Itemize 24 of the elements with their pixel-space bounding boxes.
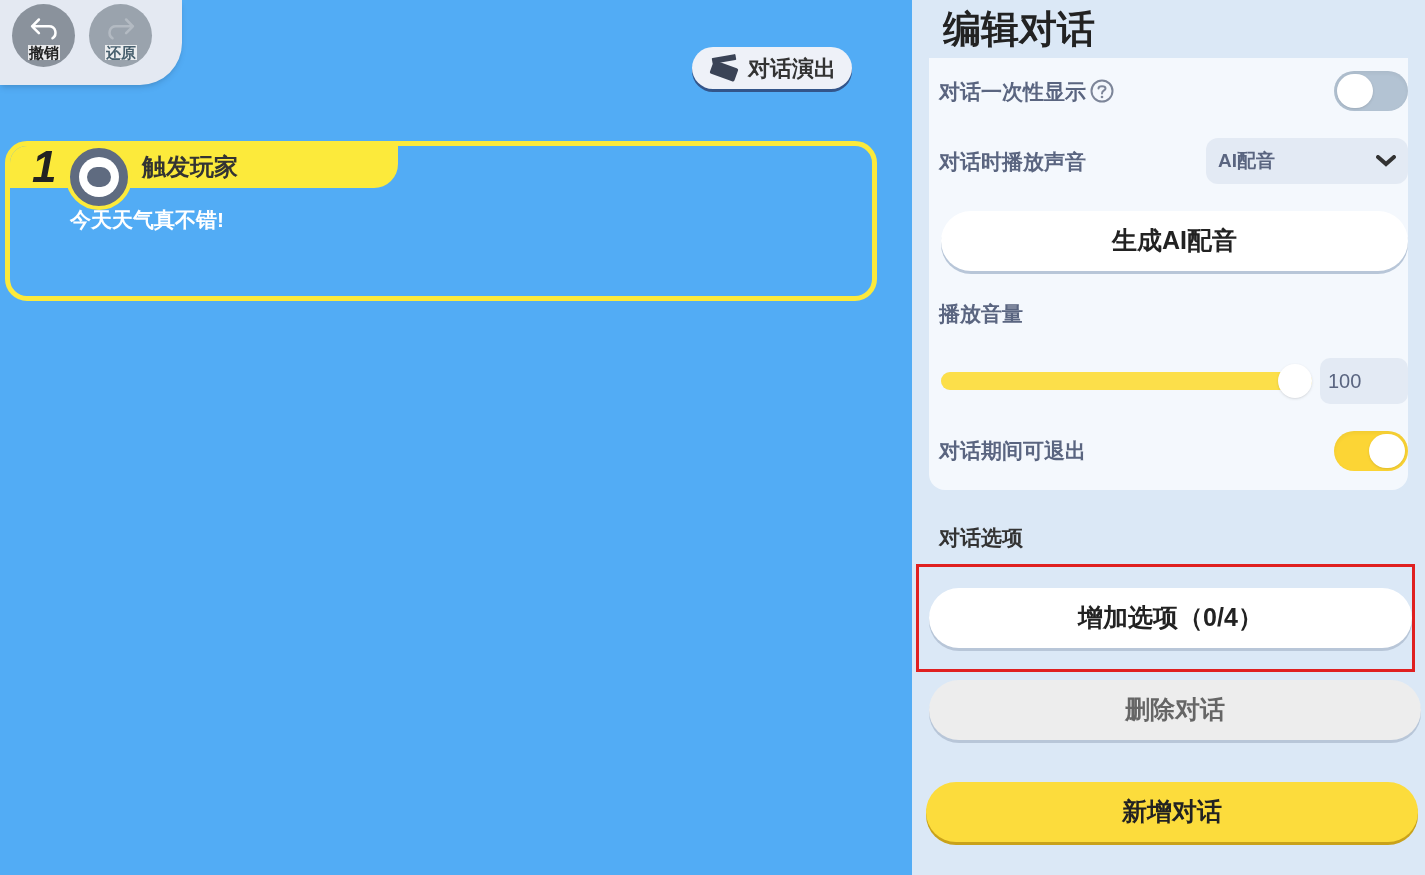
section-title: 对话选项 (939, 525, 1024, 551)
setting-label: 对话一次性显示 (939, 78, 1086, 105)
setting-label: 对话时播放声音 (939, 148, 1086, 175)
volume-slider[interactable] (941, 362, 1312, 399)
help-icon[interactable] (1090, 79, 1114, 104)
setting-label: 对话期间可退出 (939, 437, 1086, 464)
toggle-switch[interactable] (1334, 71, 1408, 112)
dialogue-text: 今天天气真不错! (70, 207, 225, 233)
volume-field[interactable]: 100 (1320, 357, 1408, 404)
panel-title: 编辑对话 (943, 7, 1096, 52)
dialogue-card[interactable]: 1 触发玩家 今天天气真不错! (5, 141, 877, 301)
slider-thumb[interactable] (1278, 363, 1312, 398)
sound-dropdown[interactable]: AI配音 (1206, 138, 1408, 185)
toggle-switch[interactable] (1334, 430, 1408, 471)
undo-button[interactable]: 撤销 (12, 4, 75, 67)
generate-voice-button[interactable]: 生成AI配音 (941, 211, 1408, 272)
setting-label: 播放音量 (939, 301, 1023, 328)
dialogue-number: 1 (32, 146, 57, 193)
add-option-button[interactable]: 增加选项（0/4） (929, 587, 1412, 648)
chevron-down-icon (1376, 155, 1396, 168)
dialogue-performance-button[interactable]: 对话演出 (692, 47, 852, 89)
delete-dialogue-button[interactable]: 删除对话 (929, 679, 1421, 740)
new-dialogue-button[interactable]: 新增对话 (926, 781, 1418, 842)
speaker-name: 触发玩家 (142, 152, 239, 182)
